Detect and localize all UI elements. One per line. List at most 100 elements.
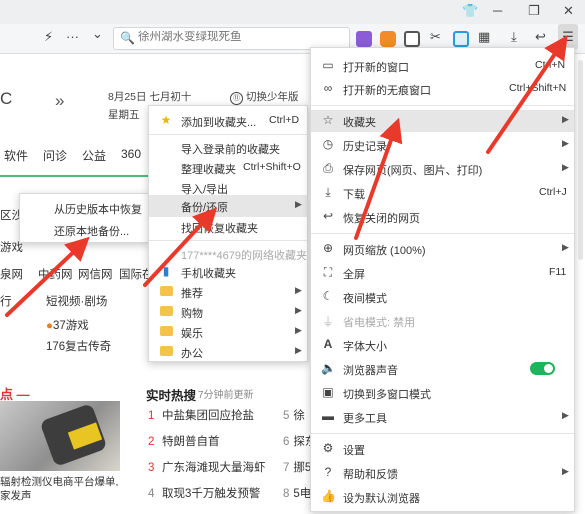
restore-icon[interactable]: ❐ [528,3,540,19]
star-list-icon: ☆ [322,113,334,127]
chevron-right-icon[interactable]: » [55,91,64,111]
sound-toggle[interactable] [530,362,555,375]
download-icon[interactable]: ⤓ [511,29,517,45]
multi-window-icon: ▣ [322,385,334,399]
link-item[interactable]: ●37游戏 [46,317,89,333]
folder-entertainment-item[interactable]: 娱乐 ▶ [149,321,307,343]
browser-sound-item[interactable]: 🔈 浏览器声音 [311,358,574,380]
scissors-icon[interactable]: ✂ [430,29,441,45]
add-to-favorites-item[interactable]: ★ 添加到收藏夹... Ctrl+D [149,110,307,132]
chevron-down-icon[interactable]: ⌄ [92,26,103,42]
folder-icon [159,344,173,359]
screen-icon[interactable] [453,31,469,47]
hot-search-time: 7分钟前更新 [198,390,254,401]
history-item[interactable]: ◷ 历史记录 ▶ [311,134,574,156]
zoom-icon: ⊕ [322,241,334,255]
help-feedback-item[interactable]: ? 帮助和反馈 ▶ [311,462,574,484]
mobile-favorites-item[interactable]: ▮ 手机收藏夹 [149,261,307,283]
download-icon: ⤓ [325,185,331,199]
backup-restore-item[interactable]: 备份/还原 ▶ [149,195,307,217]
search-input[interactable] [138,31,338,43]
fullscreen-item[interactable]: ⛶ 全屏 F11 [311,262,574,284]
news-photo[interactable] [0,401,120,471]
undo-icon[interactable]: ↩ [535,29,546,45]
apps-grid-icon[interactable]: ▦ [478,29,490,45]
backup-submenu: 从历史版本中恢复 还原本地备份... [19,193,149,243]
hot-item[interactable]: 8 5电 [283,485,311,501]
link-item[interactable]: 行 [0,293,12,309]
default-browser-item[interactable]: 👍 设为默认浏览器 [311,486,574,508]
weekday: 星期五 [108,109,140,121]
font-icon: A [323,337,333,351]
folder-shopping-item[interactable]: 购物 ▶ [149,301,307,323]
game-icon[interactable] [380,31,396,47]
hot-item[interactable]: 3 广东海滩现大量海虾 [148,459,266,475]
more-icon[interactable]: ··· [66,29,79,44]
close-icon[interactable]: ✕ [563,3,574,19]
font-size-item[interactable]: A 字体大小 [311,334,574,356]
link-item[interactable]: 176复古传奇 [46,338,111,354]
hot-item[interactable]: 2 特朗普自首 [148,433,220,449]
restore-from-history-item[interactable]: 从历史版本中恢复 [20,197,148,219]
zoom-item[interactable]: ⊕ 网页缩放 (100%) ▶ [311,238,574,260]
night-mode-item[interactable]: ☾ 夜间模式 [311,286,574,308]
save-page-item[interactable]: ⎙ 保存网页(网页、图片、打印) ▶ [311,158,574,180]
restore-local-backup-item[interactable]: 还原本地备份... [20,219,148,241]
gear-icon: ⚙ [322,441,334,455]
incognito-window-item[interactable]: ∞ 打开新的无痕窗口 Ctrl+Shift+N [311,78,574,100]
news-caption[interactable]: 辐射检测仪电商平台爆单, [0,474,118,489]
reader-icon[interactable] [404,31,420,47]
news-caption[interactable]: 家发声 [0,488,32,503]
minimize-icon[interactable]: ─ [493,3,502,18]
hot-item[interactable]: 7 挪5 [283,459,311,475]
more-tools-item[interactable]: ▬ 更多工具 ▶ [311,406,574,428]
shirt-icon[interactable]: 👕 [462,3,478,19]
nav-tab[interactable]: 问诊 [43,147,67,164]
main-menu: ▭ 打开新的窗口 Ctrl+N ∞ 打开新的无痕窗口 Ctrl+Shift+N ☆ 收藏夹… [310,47,575,512]
teen-mode-label: 切换少年版 [246,91,299,103]
settings-item[interactable]: ⚙ 设置 [311,438,574,460]
thumbs-up-icon: 👍 [321,489,336,503]
import-login-favorites-item[interactable]: 导入登录前的收藏夹 [149,137,307,159]
hot-item[interactable]: 5徐 [283,407,305,423]
restore-closed-item[interactable]: ↩ 恢复关闭的网页 [311,206,574,228]
hot-item[interactable]: 1 中盐集团回应抢盐 [148,407,254,423]
nav-tab[interactable]: 360 [121,147,141,161]
help-icon: ? [324,465,332,479]
folder-icon [159,284,173,299]
recover-favorites-item[interactable]: 找回恢复收藏夹 [149,216,307,238]
hot-item[interactable]: 4 取现3千万触发预警 [148,485,260,501]
new-window-item[interactable]: ▭ 打开新的窗口 Ctrl+N [311,55,574,77]
nav-tab[interactable]: 软件 [4,147,28,164]
teen-badge-icon: ⑪ [230,92,243,105]
search-icon: 🔍 [120,31,135,45]
folder-icon [159,324,173,339]
favorites-submenu: ★ 添加到收藏夹... Ctrl+D 导入登录前的收藏夹 整理收藏夹 Ctrl+Shi… [148,105,308,362]
undo-icon: ↩ [322,209,334,223]
plug-icon: ⏚ [321,315,334,329]
organize-favorites-item[interactable]: 整理收藏夹 Ctrl+Shift+O [149,157,307,179]
extension-purple-icon[interactable] [356,31,372,47]
favorites-item[interactable]: ☆ 收藏夹 ▶ [311,110,574,132]
nav-tab[interactable]: 公益 [82,147,106,164]
scrollbar[interactable] [578,60,583,260]
link-item[interactable]: 泉网 [0,266,23,282]
teen-mode-link[interactable]: ⑪ 切换少年版 [230,89,299,105]
toolbox-icon: ▬ [322,409,334,423]
speaker-icon: 🔈 [321,361,336,375]
folder-recommend-item[interactable]: 推荐 ▶ [149,281,307,303]
lightning-icon[interactable]: ⚡ [44,29,53,45]
folder-office-item[interactable]: 办公 ▶ [149,341,307,363]
hot-search-title: 实时热搜 [146,389,197,403]
clock-icon: ◷ [322,137,334,151]
moon-icon: ☾ [322,289,334,303]
game-logo-icon: ● [46,320,53,332]
link-item[interactable]: 中药网 [38,266,73,282]
link-item[interactable]: 网信网 [78,266,113,282]
power-saving-item: ⏚ 省电模式: 禁用 [321,315,416,329]
phone-icon: ▮ [162,264,170,278]
title-bar: 👕 ─ ❐ ✕ [0,0,585,24]
link-item[interactable]: 短视频·剧场 [46,293,107,309]
multi-window-item[interactable]: ▣ 切换到多窗口模式 [311,382,574,404]
download-item[interactable]: ⤓ 下载 Ctrl+J [311,182,574,204]
